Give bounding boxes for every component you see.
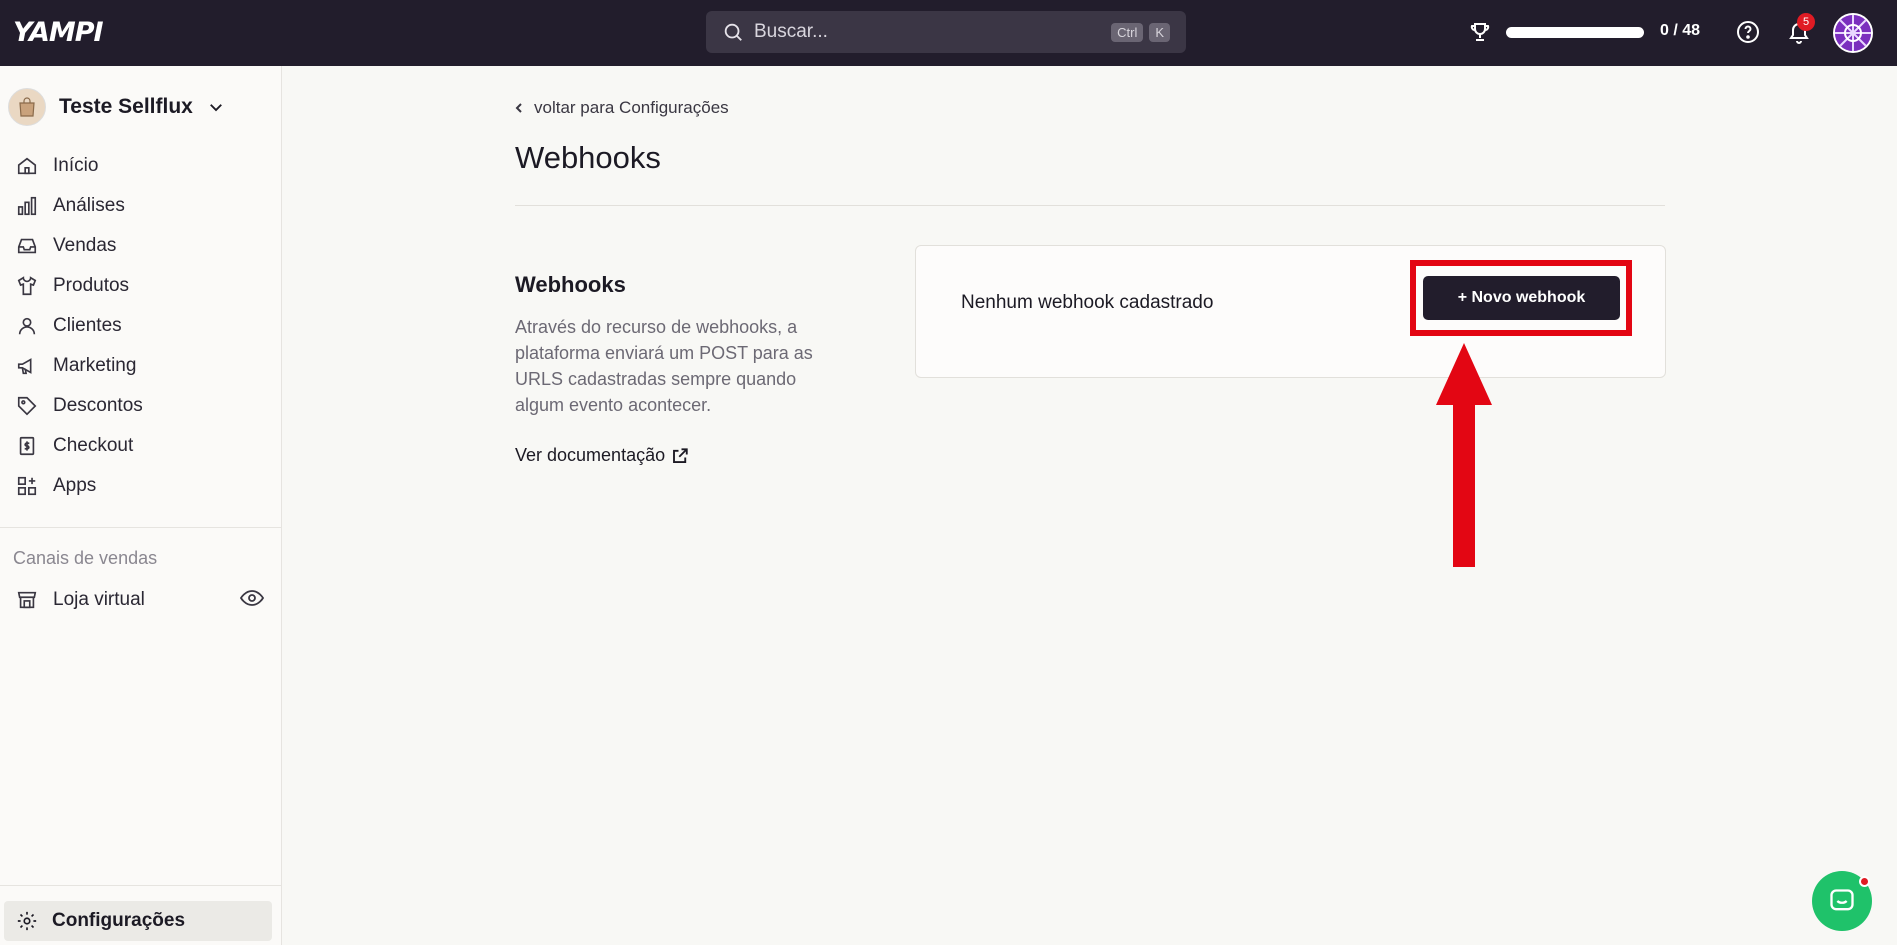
gear-icon bbox=[17, 911, 37, 931]
documentation-link[interactable]: Ver documentação bbox=[515, 445, 689, 466]
documentation-link-label: Ver documentação bbox=[515, 445, 666, 465]
page-title: Webhooks bbox=[515, 140, 661, 175]
sidebar-item-apps[interactable]: Apps bbox=[14, 466, 143, 506]
new-webhook-button[interactable]: + Novo webhook bbox=[1423, 276, 1620, 320]
sidebar-nav: Início Análises Vendas Produtos Clientes… bbox=[14, 146, 143, 506]
home-icon bbox=[17, 157, 37, 175]
sidebar-item-label: Início bbox=[53, 155, 99, 176]
sidebar-bottom-divider bbox=[0, 885, 281, 886]
sidebar-item-label: Clientes bbox=[53, 315, 122, 336]
sidebar-divider bbox=[0, 527, 281, 528]
sidebar-item-label: Vendas bbox=[53, 235, 117, 256]
sidebar-item-label: Checkout bbox=[53, 435, 134, 456]
chevron-down-icon[interactable] bbox=[207, 98, 225, 116]
sidebar-item-configuracoes[interactable]: Configurações bbox=[4, 901, 272, 941]
sidebar-item-label: Loja virtual bbox=[53, 589, 145, 610]
onboarding-progress-bar bbox=[1506, 27, 1644, 38]
sidebar: Teste Sellflux Início Análises Vendas Pr… bbox=[0, 66, 282, 945]
help-icon[interactable] bbox=[1736, 20, 1760, 44]
chat-unread-dot bbox=[1859, 876, 1870, 887]
shortcut-k: K bbox=[1149, 22, 1170, 42]
sidebar-item-analises[interactable]: Análises bbox=[14, 186, 143, 226]
avatar-pattern-icon bbox=[1835, 15, 1871, 51]
tag-icon bbox=[17, 396, 37, 416]
store-selector[interactable]: Teste Sellflux bbox=[8, 88, 225, 126]
section-title: Webhooks bbox=[515, 272, 626, 297]
back-link-label: voltar para Configurações bbox=[534, 98, 729, 117]
title-divider bbox=[515, 205, 1665, 206]
sidebar-item-descontos[interactable]: Descontos bbox=[14, 386, 143, 426]
trophy-icon[interactable] bbox=[1468, 20, 1492, 44]
store-logo bbox=[8, 88, 46, 126]
bar-chart-icon bbox=[17, 196, 37, 216]
sales-channels-label: Canais de vendas bbox=[13, 548, 158, 568]
search-input[interactable]: Buscar... bbox=[754, 21, 1105, 43]
notification-badge: 5 bbox=[1797, 13, 1815, 31]
chevron-left-icon bbox=[515, 103, 522, 113]
sidebar-item-marketing[interactable]: Marketing bbox=[14, 346, 143, 386]
sidebar-item-label: Descontos bbox=[53, 395, 143, 416]
sidebar-item-label: Análises bbox=[53, 195, 125, 216]
search-box[interactable]: Buscar... Ctrl K bbox=[706, 11, 1186, 53]
section-description: Através do recurso de webhooks, a plataf… bbox=[515, 317, 813, 415]
user-icon bbox=[18, 317, 36, 335]
chat-button[interactable] bbox=[1812, 871, 1872, 931]
search-icon bbox=[724, 23, 742, 41]
shopping-bag-icon bbox=[19, 97, 35, 117]
sidebar-item-clientes[interactable]: Clientes bbox=[14, 306, 143, 346]
user-avatar[interactable] bbox=[1833, 13, 1873, 53]
sidebar-item-label: Configurações bbox=[52, 910, 186, 931]
yampi-logo[interactable]: YAMPI bbox=[13, 17, 104, 48]
apps-icon bbox=[17, 476, 37, 496]
sidebar-item-checkout[interactable]: Checkout bbox=[14, 426, 143, 466]
sidebar-item-loja-virtual[interactable]: Loja virtual bbox=[14, 580, 264, 620]
top-bar: YAMPI Buscar... Ctrl K 0 / 48 5 bbox=[0, 0, 1897, 66]
chat-icon bbox=[1830, 889, 1854, 911]
store-icon bbox=[17, 591, 37, 609]
sidebar-item-label: Apps bbox=[53, 475, 97, 496]
shortcut-ctrl: Ctrl bbox=[1111, 22, 1144, 42]
empty-state-text: Nenhum webhook cadastrado bbox=[961, 292, 1214, 313]
sidebar-item-vendas[interactable]: Vendas bbox=[14, 226, 143, 266]
back-link[interactable]: voltar para Configurações bbox=[514, 98, 729, 118]
sidebar-item-inicio[interactable]: Início bbox=[14, 146, 143, 186]
megaphone-icon bbox=[17, 358, 32, 375]
sidebar-item-label: Produtos bbox=[53, 275, 130, 296]
progress-text: 0 / 48 bbox=[1660, 22, 1701, 39]
annotation-arrow-icon bbox=[1436, 343, 1492, 567]
store-name: Teste Sellflux bbox=[59, 95, 193, 118]
external-link-icon bbox=[673, 447, 688, 463]
sidebar-item-produtos[interactable]: Produtos bbox=[14, 266, 143, 306]
shirt-icon bbox=[17, 276, 37, 296]
sidebar-item-label: Marketing bbox=[53, 355, 137, 376]
receipt-icon bbox=[19, 436, 35, 456]
inbox-icon bbox=[17, 238, 37, 254]
eye-icon[interactable] bbox=[240, 588, 264, 608]
